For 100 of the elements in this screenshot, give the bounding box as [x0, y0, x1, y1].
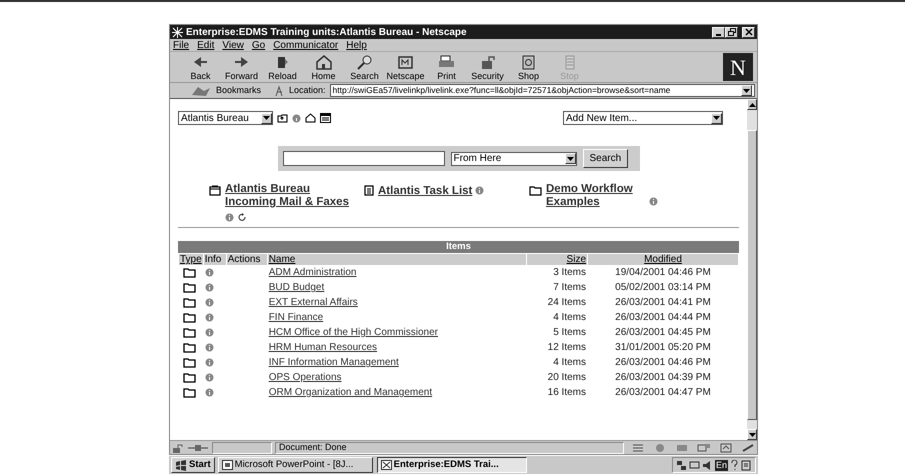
table-cell-text: 19/04/2001 04:46 PM [614, 266, 712, 280]
folder-icon [183, 372, 196, 383]
close-icon[interactable] [744, 28, 752, 36]
search-field[interactable] [282, 151, 444, 166]
column-header[interactable]: Type [179, 254, 203, 265]
menu-item[interactable]: Edit [197, 38, 214, 52]
item-link[interactable]: Atlantis Bureau Incoming Mail & Faxes [225, 183, 355, 209]
folder-link[interactable]: FIN Finance [268, 312, 324, 323]
info-icon[interactable] [204, 298, 214, 307]
table-cell-text: 31/01/2001 05:20 PM [614, 341, 712, 355]
table-cell-text: 12 Items [546, 341, 587, 355]
toolbar-button[interactable]: Netscape [385, 53, 426, 81]
url-field[interactable]: http://swiGEa57/livelinkp/livelink.exe?func=ll&objId=72571&objAction=browse&sort=name [330, 84, 755, 97]
folder-link[interactable]: HRM Human Resources [268, 342, 378, 353]
restore-icon[interactable] [728, 28, 736, 36]
info-icon[interactable] [225, 213, 234, 222]
toolbar-button[interactable]: Search [344, 53, 385, 81]
windows-logo-icon [175, 460, 187, 470]
item-link[interactable]: Atlantis Task List [378, 185, 472, 198]
caret-icon[interactable] [748, 102, 756, 106]
folder-icon [183, 356, 196, 368]
caret-icon[interactable] [743, 88, 750, 92]
plug-icon [187, 442, 209, 452]
info-icon[interactable] [204, 388, 214, 397]
caret-icon[interactable] [713, 116, 720, 120]
folder-icon [183, 312, 196, 323]
app-icon [380, 460, 392, 470]
monitor-icon[interactable] [688, 460, 700, 470]
info-icon[interactable] [475, 186, 484, 195]
caret-icon[interactable] [263, 116, 270, 120]
folder-dropdown[interactable]: Atlantis Bureau [178, 111, 273, 125]
folder-link[interactable]: ORM Organization and Management [268, 387, 432, 398]
toolbar-button[interactable]: Forward [221, 53, 262, 81]
status-text: Document: Done [279, 440, 347, 454]
toolbar-button[interactable]: Print [426, 53, 467, 81]
help-icon[interactable] [730, 460, 739, 470]
table-cell-text: 26/03/2001 04:44 PM [614, 311, 712, 325]
table-cell-text: 05/02/2001 03:14 PM [614, 281, 712, 295]
column-header[interactable]: Name [268, 254, 526, 265]
bookmarks-button[interactable]: Bookmarks [216, 84, 262, 98]
refresh-icon[interactable] [238, 213, 247, 222]
table-cell-text: 26/03/2001 04:45 PM [614, 326, 712, 340]
minimize-button[interactable] [712, 26, 725, 38]
list-window-icon[interactable] [320, 113, 331, 123]
item-link[interactable]: Demo Workflow Examples [546, 183, 646, 209]
menu-item[interactable]: Help [346, 38, 367, 52]
info-icon[interactable] [649, 196, 658, 206]
folder-icon [183, 386, 196, 398]
table-cell-text: 4 Items [552, 311, 587, 325]
info-icon[interactable] [204, 268, 214, 277]
column-header[interactable]: Modified [588, 254, 738, 265]
caret-icon[interactable] [566, 156, 574, 160]
info-icon[interactable] [204, 342, 214, 352]
toolbar-button[interactable]: Reload [262, 53, 303, 81]
language-indicator[interactable]: En [714, 460, 728, 470]
menu-item[interactable]: File [173, 38, 190, 52]
info-icon[interactable] [204, 358, 214, 367]
info-icon[interactable] [292, 114, 301, 122]
info-icon[interactable] [204, 282, 214, 292]
toolbar-button[interactable]: Shop [508, 53, 549, 81]
menu-item[interactable]: View [222, 38, 244, 52]
add-item-dropdown[interactable]: Add New Item... [563, 111, 723, 125]
table-cell-text: 26/03/2001 04:47 PM [614, 386, 712, 400]
toolbar-button[interactable]: Security [467, 53, 508, 81]
folder-link[interactable]: HCM Office of the High Commissioner [268, 327, 438, 338]
taskbar-button[interactable]: Enterprise:EDMS Trai... [376, 457, 527, 473]
table-cell-text: 26/03/2001 04:39 PM [614, 371, 712, 385]
folder-link[interactable]: EXT External Affairs [268, 297, 358, 308]
folder-link[interactable]: ADM Administration [268, 267, 356, 278]
info-icon[interactable] [204, 312, 214, 322]
clipboard-icon [364, 184, 374, 196]
restore-button[interactable] [725, 26, 738, 38]
start-button[interactable]: Start [171, 457, 215, 473]
home-page-icon[interactable] [305, 113, 316, 123]
folder-icon [183, 296, 196, 308]
taskbar-button[interactable]: Microsoft PowerPoint - [8J... [218, 457, 373, 473]
table-cell-text: 5 Items [552, 326, 587, 340]
search-button[interactable]: Search [582, 149, 628, 168]
column-header: Info [204, 254, 226, 265]
table-cell-text: 24 Items [546, 296, 587, 310]
menu-item[interactable]: Communicator [273, 38, 338, 52]
window-title: Enterprise:EDMS Training units:Atlantis Bureau - Netscape [186, 26, 467, 40]
scope-dropdown[interactable]: From Here [450, 152, 576, 166]
scrollbar[interactable] [747, 99, 757, 440]
folder-link[interactable]: BUD Budget [268, 282, 324, 293]
toolbar-button[interactable]: Home [303, 53, 344, 81]
column-header[interactable]: Size [527, 254, 587, 265]
caret-icon[interactable] [748, 432, 756, 436]
info-icon[interactable] [204, 372, 214, 382]
folder-link[interactable]: INF Information Management [268, 357, 399, 368]
speaker-icon[interactable] [702, 460, 713, 470]
toolbar-button[interactable]: Back [180, 53, 221, 81]
menu-item[interactable]: Go [252, 38, 266, 52]
column-header: Actions [226, 254, 267, 265]
up-folder-icon[interactable] [277, 113, 288, 123]
close-button[interactable] [742, 26, 755, 38]
document-icon[interactable] [741, 460, 752, 470]
info-icon[interactable] [204, 328, 214, 337]
folder-link[interactable]: OPS Operations [268, 372, 342, 383]
search-icon [354, 53, 374, 71]
